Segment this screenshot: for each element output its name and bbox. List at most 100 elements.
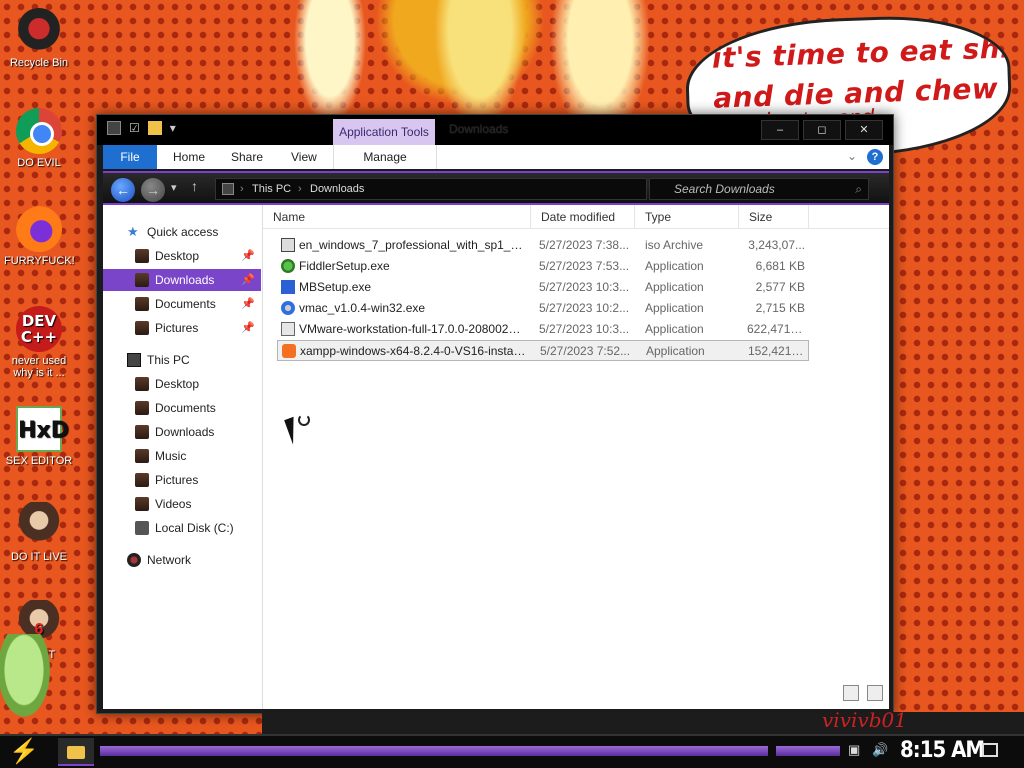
taskbar-file-explorer-button[interactable]	[58, 738, 94, 766]
nav-pc-downloads[interactable]: Downloads	[103, 421, 261, 443]
address-bar[interactable]: › This PC › Downloads	[215, 178, 647, 200]
tab-file[interactable]: File	[103, 145, 157, 169]
downloads-folder-icon	[135, 425, 149, 439]
desktop-icon-devcpp[interactable]: DEV C++ never used why is it ...	[4, 306, 74, 379]
table-row[interactable]: en_windows_7_professional_with_sp1_x64_.…	[277, 235, 809, 256]
nav-network[interactable]: Network	[103, 549, 261, 571]
wallpaper-flames	[180, 0, 720, 125]
file-date: 5/27/2023 7:38...	[539, 238, 630, 252]
nav-pc-local-disk[interactable]: Local Disk (C:)	[103, 517, 261, 539]
desktop-icon-recycle-bin[interactable]: Recycle Bin	[4, 8, 74, 69]
desktop-icon-label: SEX EDITOR	[5, 455, 73, 467]
volume-icon[interactable]: 🔊	[872, 742, 888, 758]
nav-label: Quick access	[147, 225, 219, 239]
file-type: Application	[646, 344, 705, 358]
ribbon-tabs: File Home Share View Manage ⌄ ?	[103, 145, 889, 169]
back-button[interactable]: ←	[111, 178, 135, 202]
file-date: 5/27/2023 10:2...	[539, 301, 630, 315]
tab-home[interactable]: Home	[173, 145, 205, 169]
nav-label: Downloads	[155, 273, 215, 287]
file-type: Application	[645, 301, 704, 315]
nav-pc-pictures[interactable]: Pictures	[103, 469, 261, 491]
notification-icon[interactable]	[982, 743, 998, 757]
window-title: Downloads	[449, 122, 509, 136]
file-type: Application	[645, 259, 704, 273]
tab-share[interactable]: Share	[231, 145, 263, 169]
desktop-icon-label: DO EVIL	[17, 157, 61, 169]
search-input[interactable]: Search Downloads ⌕	[649, 178, 869, 200]
nav-pc-documents[interactable]: Documents	[103, 397, 261, 419]
file-name: vmac_v1.0.4-win32.exe	[299, 301, 426, 315]
file-size: 2,577 KB	[755, 280, 805, 294]
maximize-button[interactable]: ◻	[803, 120, 841, 140]
nav-this-pc[interactable]: This PC	[103, 349, 261, 371]
nav-quick-pictures[interactable]: Pictures 📌	[103, 317, 261, 339]
desktop-icon-do-it-live[interactable]: DO IT LIVE	[4, 502, 74, 563]
nav-pc-desktop[interactable]: Desktop	[103, 373, 261, 395]
nav-quick-documents[interactable]: Documents 📌	[103, 293, 261, 315]
properties-icon[interactable]: ☑	[129, 121, 140, 135]
help-icon[interactable]: ?	[867, 149, 883, 165]
xampp-icon	[282, 344, 296, 358]
column-header-name[interactable]: Name	[263, 205, 531, 229]
file-size: 6,681 KB	[755, 259, 805, 273]
portrait-icon	[16, 502, 62, 548]
large-icons-view-icon[interactable]	[867, 685, 884, 701]
speech-line-1: it's time to eat shit	[711, 30, 1014, 75]
desktop-icon-hxd[interactable]: HxD SEX EDITOR	[4, 406, 74, 467]
tab-manage[interactable]: Manage	[333, 145, 437, 169]
vmware-icon	[281, 322, 295, 336]
nav-label: Pictures	[155, 473, 199, 487]
nav-label: Network	[147, 553, 192, 567]
file-date: 5/27/2023 7:53...	[539, 259, 630, 273]
details-view-icon[interactable]	[843, 685, 859, 701]
loading-spinner-icon	[298, 414, 310, 426]
new-folder-icon[interactable]	[147, 121, 162, 135]
explorer-window: ☑ ▾ Application Tools Downloads – ◻ ✕ Fi…	[96, 114, 894, 714]
forward-button[interactable]: →	[141, 178, 165, 202]
customize-toolbar-icon[interactable]: ▾	[170, 121, 176, 135]
nav-quick-desktop[interactable]: Desktop 📌	[103, 245, 261, 267]
close-button[interactable]: ✕	[845, 120, 883, 140]
expand-ribbon-chevron-icon[interactable]: ⌄	[847, 149, 857, 163]
file-name: en_windows_7_professional_with_sp1_x64_.…	[299, 238, 527, 252]
table-row[interactable]: FiddlerSetup.exe 5/27/2023 7:53... Appli…	[277, 256, 809, 277]
desktop-icon-label: Recycle Bin	[9, 57, 69, 69]
nav-label: Documents	[155, 401, 216, 415]
column-header-type[interactable]: Type	[635, 205, 739, 229]
breadcrumb-separator-icon: ›	[240, 183, 244, 195]
nav-quick-downloads[interactable]: Downloads 📌	[103, 269, 261, 291]
file-size: 152,421 KB	[748, 344, 806, 358]
search-icon: ⌕	[855, 182, 862, 196]
navigation-pane: ★ Quick access Desktop 📌 Downloads 📌 Doc…	[103, 205, 263, 709]
table-row[interactable]: MBSetup.exe 5/27/2023 10:3... Applicatio…	[277, 277, 809, 298]
malwarebytes-icon	[281, 280, 295, 294]
up-arrow-icon[interactable]: ↑	[191, 178, 198, 194]
desktop-icon-firefox[interactable]: FURRYFUCK!	[4, 206, 75, 267]
column-header-date[interactable]: Date modified	[531, 205, 635, 229]
pictures-folder-icon	[135, 321, 149, 335]
app-icon	[107, 121, 121, 135]
table-row[interactable]: vmac_v1.0.4-win32.exe 5/27/2023 10:2... …	[277, 298, 809, 319]
tab-view[interactable]: View	[291, 145, 317, 169]
nav-quick-access[interactable]: ★ Quick access	[103, 221, 261, 243]
start-button-icon[interactable]: ⚡	[8, 738, 40, 766]
iso-file-icon	[281, 238, 295, 252]
recent-locations-chevron-icon[interactable]: ▾	[171, 181, 177, 194]
nav-pc-videos[interactable]: Videos	[103, 493, 261, 515]
taskbar-decoration	[776, 746, 840, 756]
file-type: Application	[645, 280, 704, 294]
taskbar-clock[interactable]: 8:15 AM	[900, 738, 985, 763]
title-bar[interactable]: ☑ ▾ Application Tools Downloads – ◻ ✕	[97, 115, 893, 145]
breadcrumb-this-pc[interactable]: This PC	[252, 179, 291, 199]
breadcrumb-downloads[interactable]: Downloads	[310, 179, 364, 199]
hxd-icon: HxD	[16, 406, 69, 452]
minimize-button[interactable]: –	[761, 120, 799, 140]
file-size: 3,243,07...	[748, 238, 805, 252]
table-row-selected[interactable]: xampp-windows-x64-8.2.4-0-VS16-installer…	[277, 340, 809, 361]
desktop-icon-chrome[interactable]: DO EVIL	[4, 108, 74, 169]
network-tray-icon[interactable]: ▣	[848, 742, 860, 758]
table-row[interactable]: VMware-workstation-full-17.0.0-20800274.…	[277, 319, 809, 340]
nav-pc-music[interactable]: Music	[103, 445, 261, 467]
column-header-size[interactable]: Size	[739, 205, 809, 229]
